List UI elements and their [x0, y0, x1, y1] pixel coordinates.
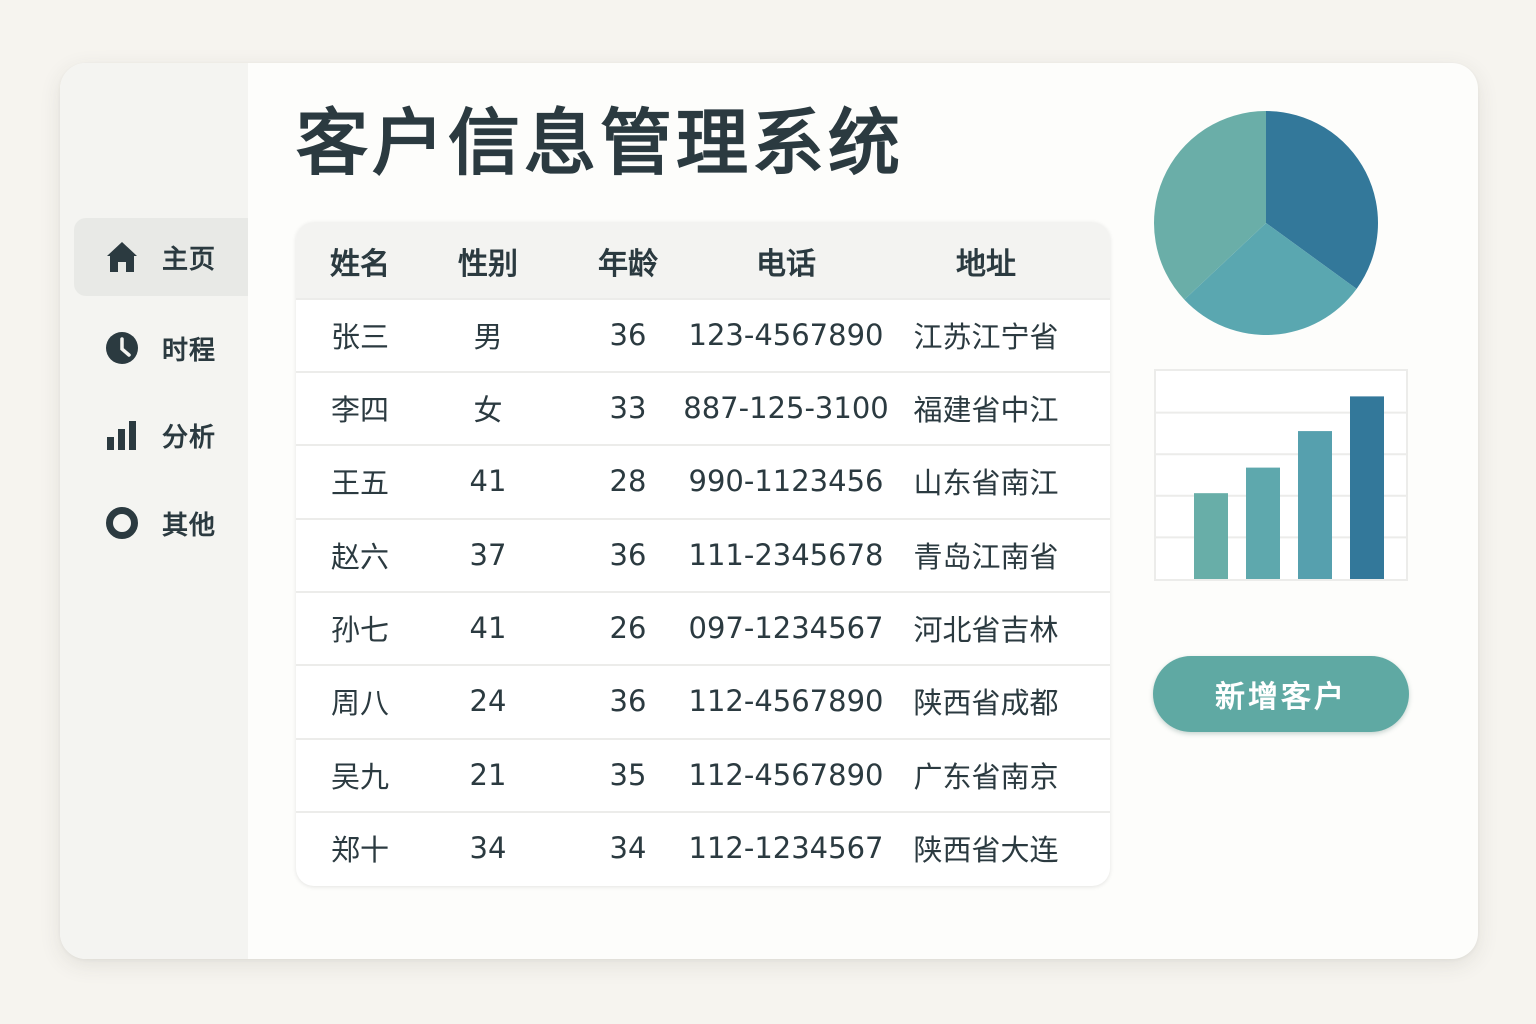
bar-chart-svg: [1154, 369, 1408, 581]
table-row[interactable]: 孙七 41 26 097-1234567 河北省吉林: [296, 591, 1110, 663]
column-header-address[interactable]: 地址: [896, 222, 1076, 300]
table-row[interactable]: 张三 男 36 123-4567890 江苏江宁省: [296, 298, 1110, 370]
cell-age: 36: [609, 684, 647, 718]
cell-phone: 112-4567890: [688, 684, 884, 718]
table-row[interactable]: 李四 女 33 887-125-3100 福建省中江: [296, 371, 1110, 443]
pie-chart: [1152, 109, 1380, 337]
cell-phone: 887-125-3100: [683, 391, 889, 425]
bar: [1246, 467, 1280, 579]
sidebar-item-schedule[interactable]: 时程: [74, 309, 248, 387]
cell-phone: 112-1234567: [688, 831, 884, 865]
cell-phone: 112-4567890: [688, 758, 884, 792]
cell-address: 广东省南京: [913, 760, 1059, 794]
cell-address: 山东省南江: [913, 466, 1059, 500]
cell-age: 34: [609, 831, 647, 865]
column-header-name[interactable]: 姓名: [310, 222, 410, 300]
bar: [1350, 396, 1384, 579]
cell-name: 李四: [330, 393, 389, 427]
pie-chart-svg: [1154, 111, 1378, 335]
cell-name: 周八: [330, 686, 389, 720]
cell-name: 吴九: [330, 760, 389, 794]
app-window: 主页 时程 分析 其他 客户信息管理系统 姓名 性别 年龄 电话 地址 张三 男…: [60, 63, 1478, 959]
cell-age: 36: [609, 318, 647, 352]
circle-icon: [104, 505, 140, 541]
cell-age: 33: [609, 391, 647, 425]
page-title: 客户信息管理系统: [296, 101, 905, 185]
sidebar-item-other[interactable]: 其他: [74, 484, 248, 562]
cell-gender: 34: [469, 831, 507, 865]
table-row[interactable]: 王五 41 28 990-1123456 山东省南江: [296, 444, 1110, 516]
clock-icon: [104, 330, 140, 366]
home-icon: [104, 239, 140, 275]
column-header-age[interactable]: 年龄: [578, 222, 678, 300]
cell-gender: 41: [469, 611, 507, 645]
cell-address: 陕西省成都: [913, 686, 1059, 720]
bar: [1194, 493, 1228, 579]
sidebar: 主页 时程 分析 其他: [60, 63, 248, 959]
sidebar-item-label: 分析: [162, 422, 217, 453]
sidebar-item-label: 主页: [162, 244, 217, 275]
add-customer-button[interactable]: 新增客户: [1153, 656, 1409, 732]
cell-gender: 41: [469, 464, 507, 498]
cell-name: 张三: [330, 320, 389, 354]
bar-chart-icon: [104, 417, 140, 453]
cell-name: 赵六: [330, 540, 389, 574]
sidebar-item-home[interactable]: 主页: [74, 218, 248, 296]
cell-phone: 990-1123456: [688, 464, 884, 498]
cell-age: 35: [609, 758, 647, 792]
cell-name: 王五: [330, 466, 389, 500]
cell-gender: 男: [473, 320, 503, 354]
cell-phone: 111-2345678: [688, 538, 884, 572]
table-row[interactable]: 周八 24 36 112-4567890 陕西省成都: [296, 664, 1110, 736]
cell-gender: 21: [469, 758, 507, 792]
table-row[interactable]: 赵六 37 36 111-2345678 青岛江南省: [296, 518, 1110, 590]
column-header-gender[interactable]: 性别: [438, 222, 538, 300]
table-row[interactable]: 郑十 34 34 112-1234567 陕西省大连: [296, 811, 1110, 883]
table-row[interactable]: 吴九 21 35 112-4567890 广东省南京: [296, 738, 1110, 810]
cell-address: 江苏江宁省: [913, 320, 1059, 354]
bar: [1298, 431, 1332, 579]
cell-address: 河北省吉林: [913, 613, 1059, 647]
cell-phone: 123-4567890: [688, 318, 884, 352]
customer-table: 姓名 性别 年龄 电话 地址 张三 男 36 123-4567890 江苏江宁省…: [296, 222, 1110, 886]
cell-phone: 097-1234567: [688, 611, 884, 645]
cell-address: 青岛江南省: [913, 540, 1059, 574]
cell-age: 36: [609, 538, 647, 572]
cell-name: 郑十: [330, 833, 389, 867]
sidebar-item-label: 时程: [162, 335, 217, 366]
cell-name: 孙七: [330, 613, 389, 647]
cell-gender: 37: [469, 538, 507, 572]
cell-age: 28: [609, 464, 647, 498]
cell-address: 福建省中江: [913, 393, 1059, 427]
sidebar-item-label: 其他: [162, 510, 217, 541]
cell-address: 陕西省大连: [913, 833, 1059, 867]
table-header: 姓名 性别 年龄 电话 地址: [296, 222, 1110, 300]
bar-chart: [1154, 369, 1408, 581]
column-header-phone[interactable]: 电话: [686, 222, 886, 300]
sidebar-item-analysis[interactable]: 分析: [74, 396, 248, 474]
cell-gender: 女: [473, 393, 503, 427]
cell-age: 26: [609, 611, 647, 645]
cell-gender: 24: [469, 684, 507, 718]
